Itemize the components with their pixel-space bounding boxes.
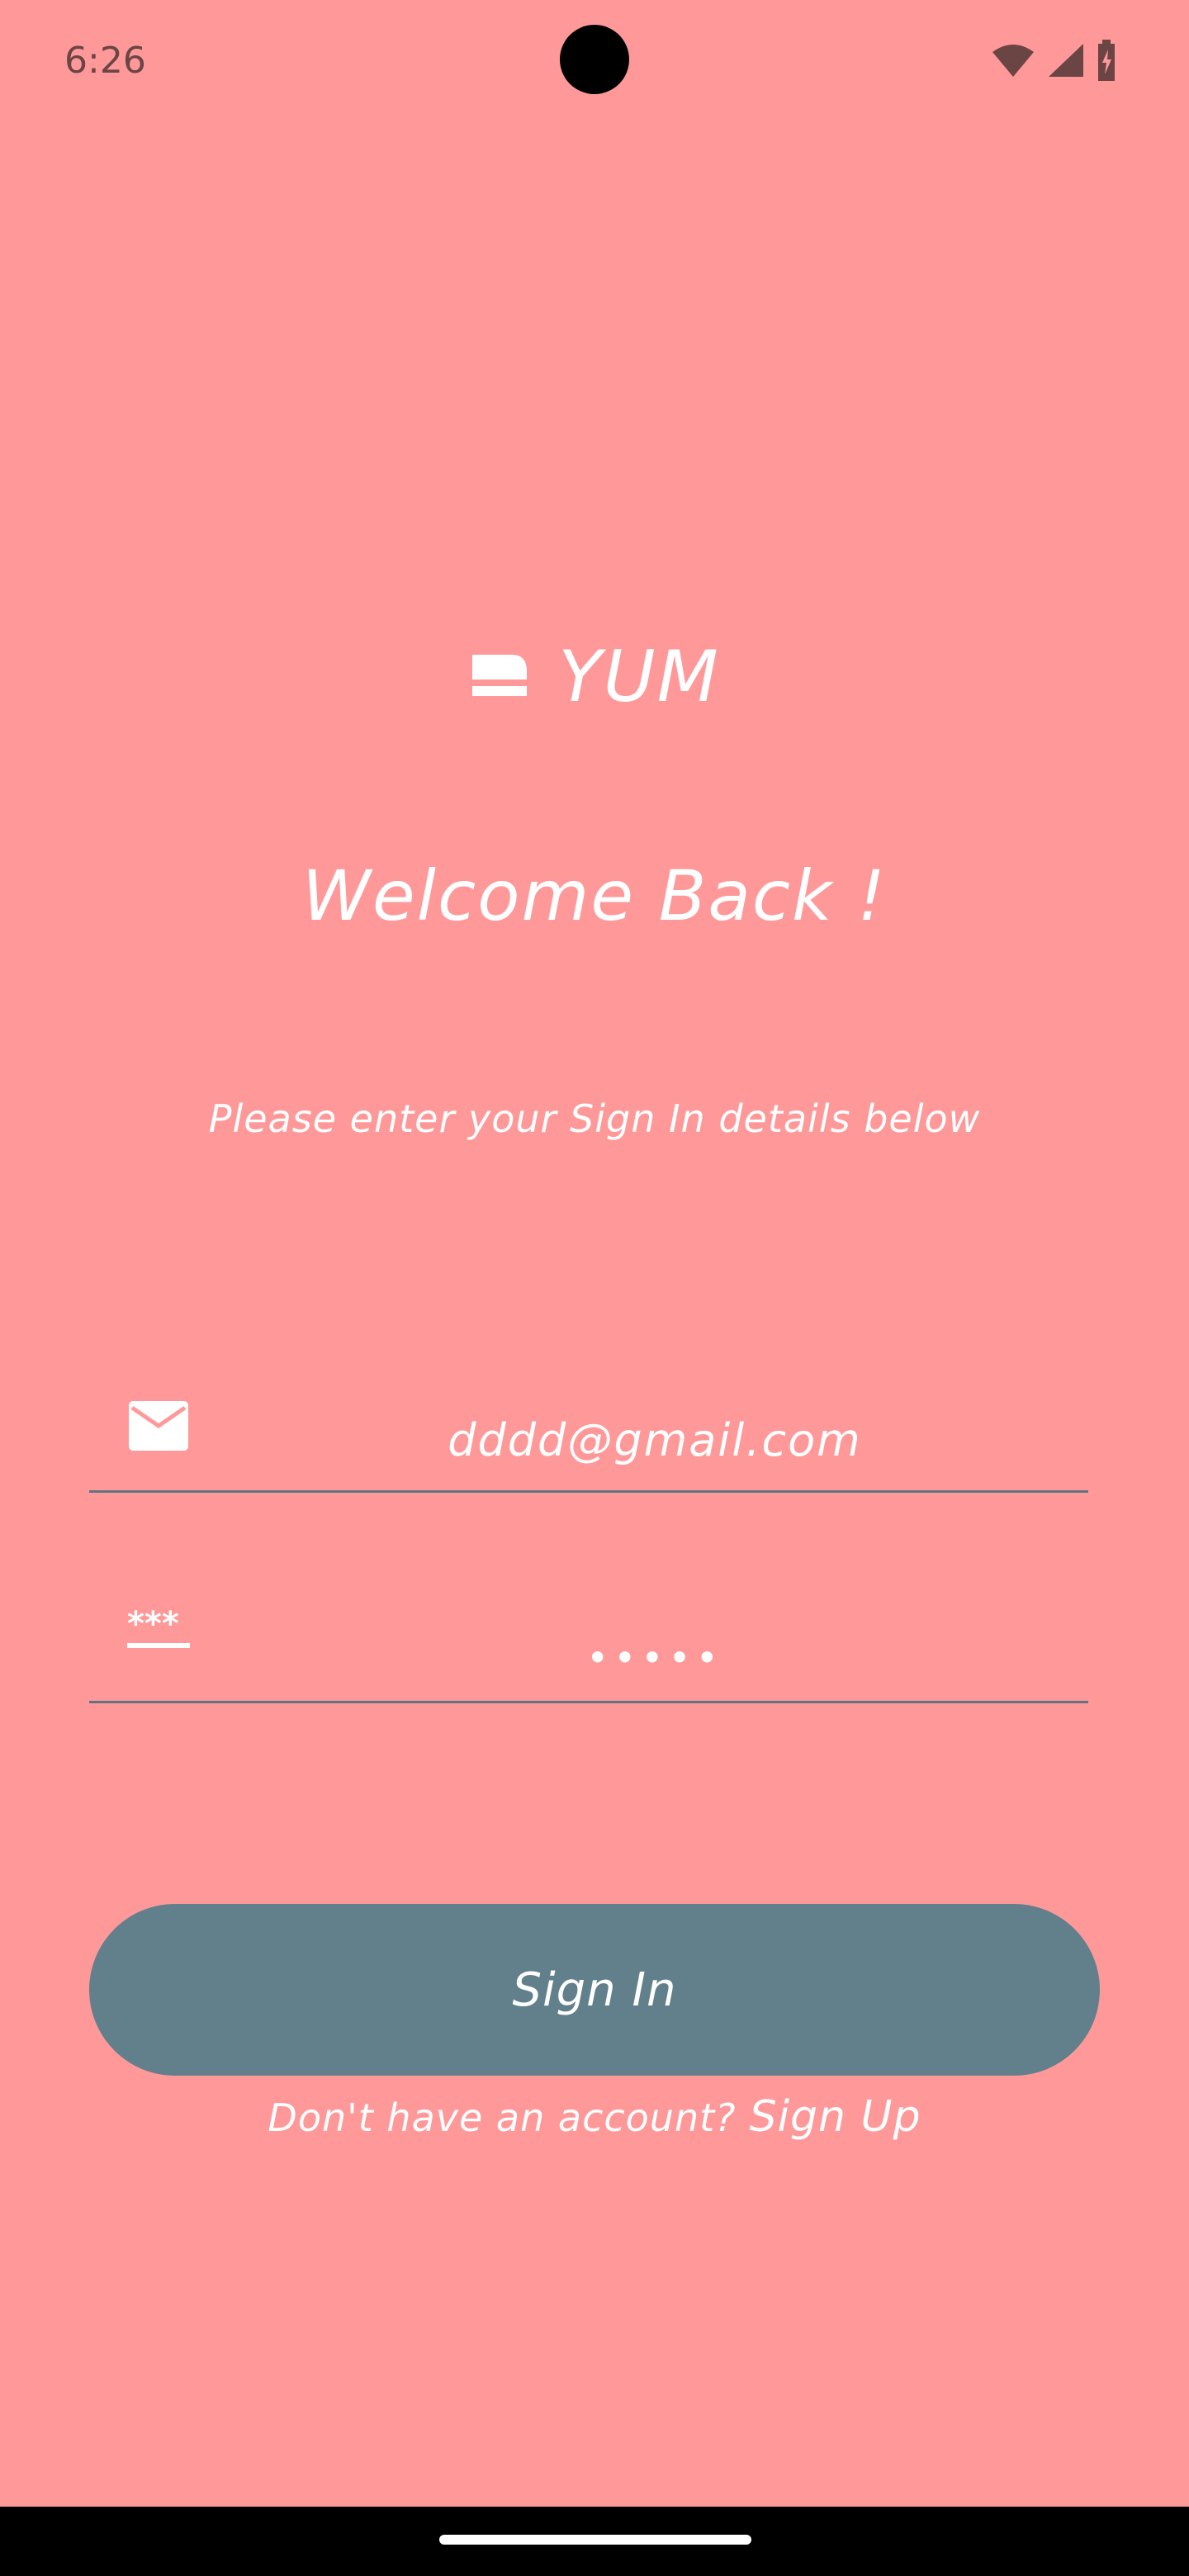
- signup-row: Don't have an account? Sign Up: [0, 2092, 1189, 2142]
- wifi-icon: [991, 42, 1035, 78]
- status-time: 6:26: [64, 40, 146, 82]
- home-gesture-handle[interactable]: [439, 2535, 751, 2545]
- chef-hat-icon: [469, 650, 530, 704]
- password-field[interactable]: *** •••••: [89, 1585, 1088, 1703]
- login-screen: 6:26 YUM Welcome Back ! Please enter you…: [0, 0, 1189, 2507]
- brand: YUM: [0, 627, 1189, 727]
- email-icon: [127, 1399, 190, 1457]
- battery-charging-icon: [1097, 40, 1116, 81]
- password-icon: ***: [127, 1605, 190, 1668]
- svg-text:***: ***: [127, 1610, 179, 1643]
- sign-in-button[interactable]: Sign In: [89, 1904, 1100, 2076]
- welcome-subtitle: Please enter your Sign In details below: [208, 1096, 981, 1141]
- signup-prompt: Don't have an account?: [268, 2095, 737, 2140]
- password-input[interactable]: •••••: [246, 1625, 1063, 1691]
- sign-up-link[interactable]: Sign Up: [750, 2092, 921, 2142]
- email-input[interactable]: [246, 1408, 1063, 1474]
- camera-cutout: [560, 25, 629, 94]
- status-icons: [991, 40, 1116, 81]
- app-title: YUM: [558, 636, 720, 718]
- cellular-signal-icon: [1047, 42, 1085, 78]
- email-field[interactable]: [89, 1375, 1088, 1493]
- welcome-heading: Welcome Back !: [301, 855, 888, 936]
